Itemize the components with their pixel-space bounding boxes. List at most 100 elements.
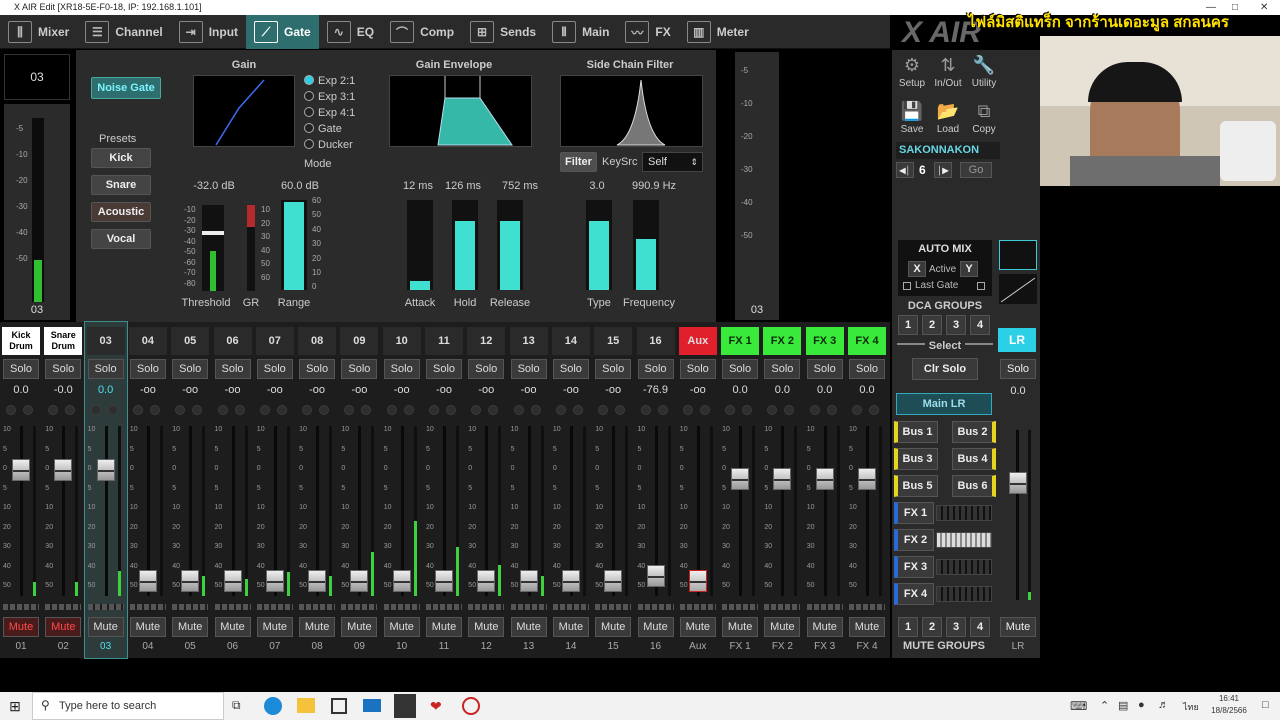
noise-gate-button[interactable]: Noise Gate: [91, 77, 161, 99]
solo-button[interactable]: Solo: [45, 359, 82, 379]
channel-fader[interactable]: [858, 467, 876, 490]
strip-name[interactable]: Aux: [678, 327, 717, 355]
channel-fader[interactable]: [688, 569, 707, 592]
channel-fader[interactable]: [181, 569, 200, 592]
bus-6-button[interactable]: Bus 6: [952, 475, 996, 497]
attack-slider[interactable]: [407, 200, 433, 290]
mute-button[interactable]: Mute: [552, 617, 589, 637]
strip-name[interactable]: 07: [255, 327, 294, 355]
last-gate-y-checkbox[interactable]: [977, 282, 985, 290]
keysrc-select[interactable]: Self ⇕: [642, 152, 703, 172]
strip-name[interactable]: 15: [594, 327, 633, 355]
utility-button[interactable]: 🔧 Utility: [966, 52, 1002, 96]
language-indicator[interactable]: ไทย: [1183, 700, 1199, 714]
mute-group-button-1[interactable]: 1: [898, 617, 918, 637]
strip-name[interactable]: 16: [636, 327, 675, 355]
close-icon[interactable]: ✕: [1260, 0, 1268, 15]
store-icon[interactable]: [331, 698, 347, 714]
clock-time[interactable]: 16:41: [1206, 694, 1252, 703]
tab-meter[interactable]: ▥ Meter: [679, 15, 757, 49]
tab-eq[interactable]: ∿ EQ: [319, 15, 382, 49]
channel-fader[interactable]: [308, 569, 327, 592]
mute-button[interactable]: Mute: [129, 617, 166, 637]
automix-x-button[interactable]: X: [908, 261, 926, 277]
mode-option-exp-4-1[interactable]: Exp 4:1: [304, 107, 355, 119]
save-button[interactable]: 💾 Save: [894, 98, 930, 142]
solo-button[interactable]: Solo: [341, 359, 378, 379]
mode-option-ducker[interactable]: Ducker: [304, 139, 353, 151]
hold-slider[interactable]: [452, 200, 478, 290]
solo-button[interactable]: Solo: [637, 359, 674, 379]
fx-4-thumbnail[interactable]: [936, 586, 992, 602]
channel-fader[interactable]: [477, 569, 496, 592]
bus-1-button[interactable]: Bus 1: [894, 421, 938, 443]
solo-button[interactable]: Solo: [172, 359, 209, 379]
tab-comp[interactable]: ⌒ Comp: [382, 15, 462, 49]
mute-group-button-4[interactable]: 4: [970, 617, 990, 637]
mute-button[interactable]: Mute: [510, 617, 547, 637]
strip-name[interactable]: 08: [298, 327, 337, 355]
automix-y-button[interactable]: Y: [960, 261, 978, 277]
strip-name[interactable]: FX 1: [721, 327, 760, 355]
mute-button[interactable]: Mute: [426, 617, 462, 637]
mute-button[interactable]: Mute: [764, 617, 801, 637]
dca-button-4[interactable]: 4: [970, 315, 990, 335]
fx-1-button[interactable]: FX 1: [894, 502, 934, 524]
fx-3-button[interactable]: FX 3: [894, 556, 934, 578]
mute-button[interactable]: Mute: [172, 617, 209, 637]
tab-gate[interactable]: ⟋ Gate: [246, 15, 319, 49]
scene-next-icon[interactable]: │▶: [934, 162, 952, 178]
dca-button-3[interactable]: 3: [946, 315, 966, 335]
load-button[interactable]: 📂 Load: [930, 98, 966, 142]
taskbar-search[interactable]: ⚲ Type here to search: [32, 692, 224, 720]
channel-fader[interactable]: [350, 569, 369, 592]
tab-sends[interactable]: ⊞ Sends: [462, 15, 544, 49]
fx-1-thumbnail[interactable]: [936, 505, 992, 521]
strip-name[interactable]: 04: [128, 327, 167, 355]
preset-snare-button[interactable]: Snare: [91, 175, 151, 195]
strip-name[interactable]: 09: [340, 327, 379, 355]
channel-fader[interactable]: [773, 467, 792, 490]
channel-fader[interactable]: [519, 569, 538, 592]
channel-fader[interactable]: [815, 467, 834, 490]
solo-button[interactable]: Solo: [87, 359, 124, 379]
channel-fader[interactable]: [54, 459, 73, 482]
mute-button[interactable]: Mute: [256, 617, 293, 637]
strip-name[interactable]: 11: [425, 327, 463, 355]
solo-button[interactable]: Solo: [764, 359, 801, 379]
strip-name[interactable]: 10: [382, 327, 421, 355]
mode-option-gate[interactable]: Gate: [304, 123, 342, 135]
mute-button[interactable]: Mute: [3, 617, 39, 637]
file-explorer-icon[interactable]: [297, 698, 315, 713]
tray-chevron-icon[interactable]: ⌃: [1100, 699, 1109, 712]
strip-name[interactable]: FX 4: [848, 327, 886, 355]
dca-button-1[interactable]: 1: [898, 315, 918, 335]
solo-button[interactable]: Solo: [383, 359, 420, 379]
edge-icon[interactable]: [264, 697, 282, 715]
mail-icon[interactable]: [363, 699, 381, 712]
mute-button[interactable]: Mute: [806, 617, 843, 637]
keyboard-icon[interactable]: ⌨: [1070, 699, 1087, 713]
scene-go-button[interactable]: Go: [960, 162, 992, 178]
solo-button[interactable]: Solo: [256, 359, 293, 379]
maximize-icon[interactable]: □: [1232, 0, 1238, 15]
lr-header[interactable]: LR: [998, 328, 1036, 352]
last-gate-x-checkbox[interactable]: [903, 282, 911, 290]
bus-3-button[interactable]: Bus 3: [894, 448, 938, 470]
solo-button[interactable]: Solo: [510, 359, 547, 379]
strip-name[interactable]: 05: [171, 327, 210, 355]
mute-button[interactable]: Mute: [87, 617, 124, 637]
fx-4-button[interactable]: FX 4: [894, 583, 934, 605]
solo-button[interactable]: Solo: [806, 359, 843, 379]
mute-button[interactable]: Mute: [637, 617, 674, 637]
strip-name[interactable]: Kick Drum: [2, 327, 40, 355]
threshold-handle[interactable]: [202, 231, 224, 235]
channel-fader[interactable]: [604, 569, 623, 592]
microphone-icon[interactable]: ●: [1138, 699, 1145, 711]
fx-3-thumbnail[interactable]: [936, 559, 992, 575]
channel-fader[interactable]: [12, 459, 30, 482]
solo-button[interactable]: Solo: [214, 359, 251, 379]
windows-start-icon[interactable]: ⊞: [0, 692, 30, 720]
clock-date[interactable]: 18/8/2566: [1206, 706, 1252, 715]
task-view-icon[interactable]: ⧉: [232, 698, 241, 713]
